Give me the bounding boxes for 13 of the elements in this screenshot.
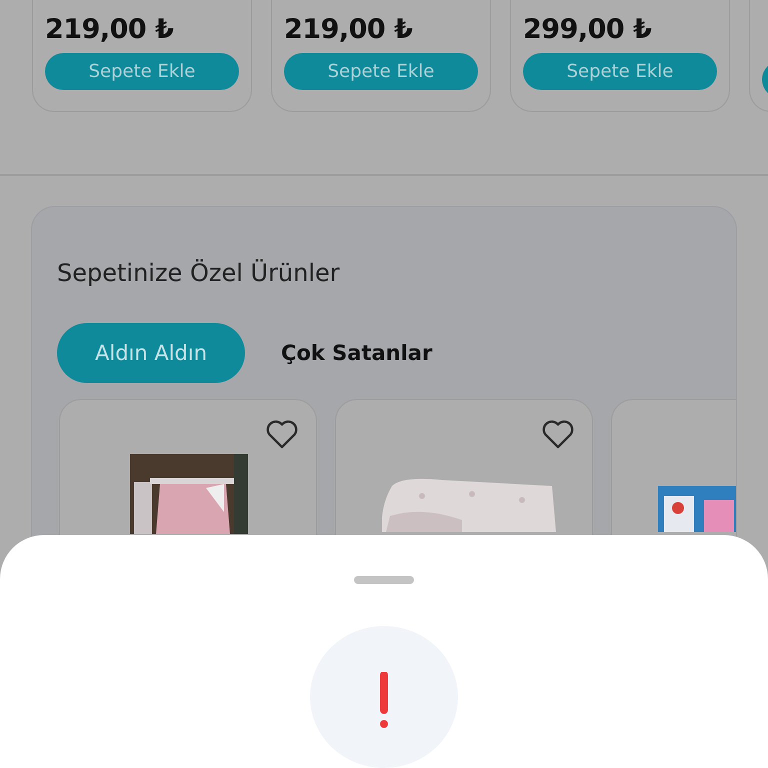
heart-icon[interactable] — [540, 418, 576, 450]
product-price: 219,00 ₺ — [284, 14, 414, 45]
add-to-cart-button[interactable]: Sepete Ekle — [523, 53, 717, 90]
drag-handle[interactable] — [354, 576, 414, 584]
add-to-cart-button[interactable]: Sepete Ekle — [284, 53, 478, 90]
tab[interactable]: Çok Satanlar — [281, 323, 432, 383]
tab[interactable]: Aldın Aldın — [57, 323, 246, 383]
exclamation-icon — [379, 672, 389, 728]
section-title: Sepetinize Özel Ürünler — [57, 259, 341, 287]
heart-icon[interactable] — [264, 418, 300, 450]
add-to-cart-button[interactable]: Sepete Ekle — [45, 53, 239, 90]
product-price: 299,00 ₺ — [523, 14, 652, 45]
product-price: 219,00 ₺ — [45, 14, 174, 45]
